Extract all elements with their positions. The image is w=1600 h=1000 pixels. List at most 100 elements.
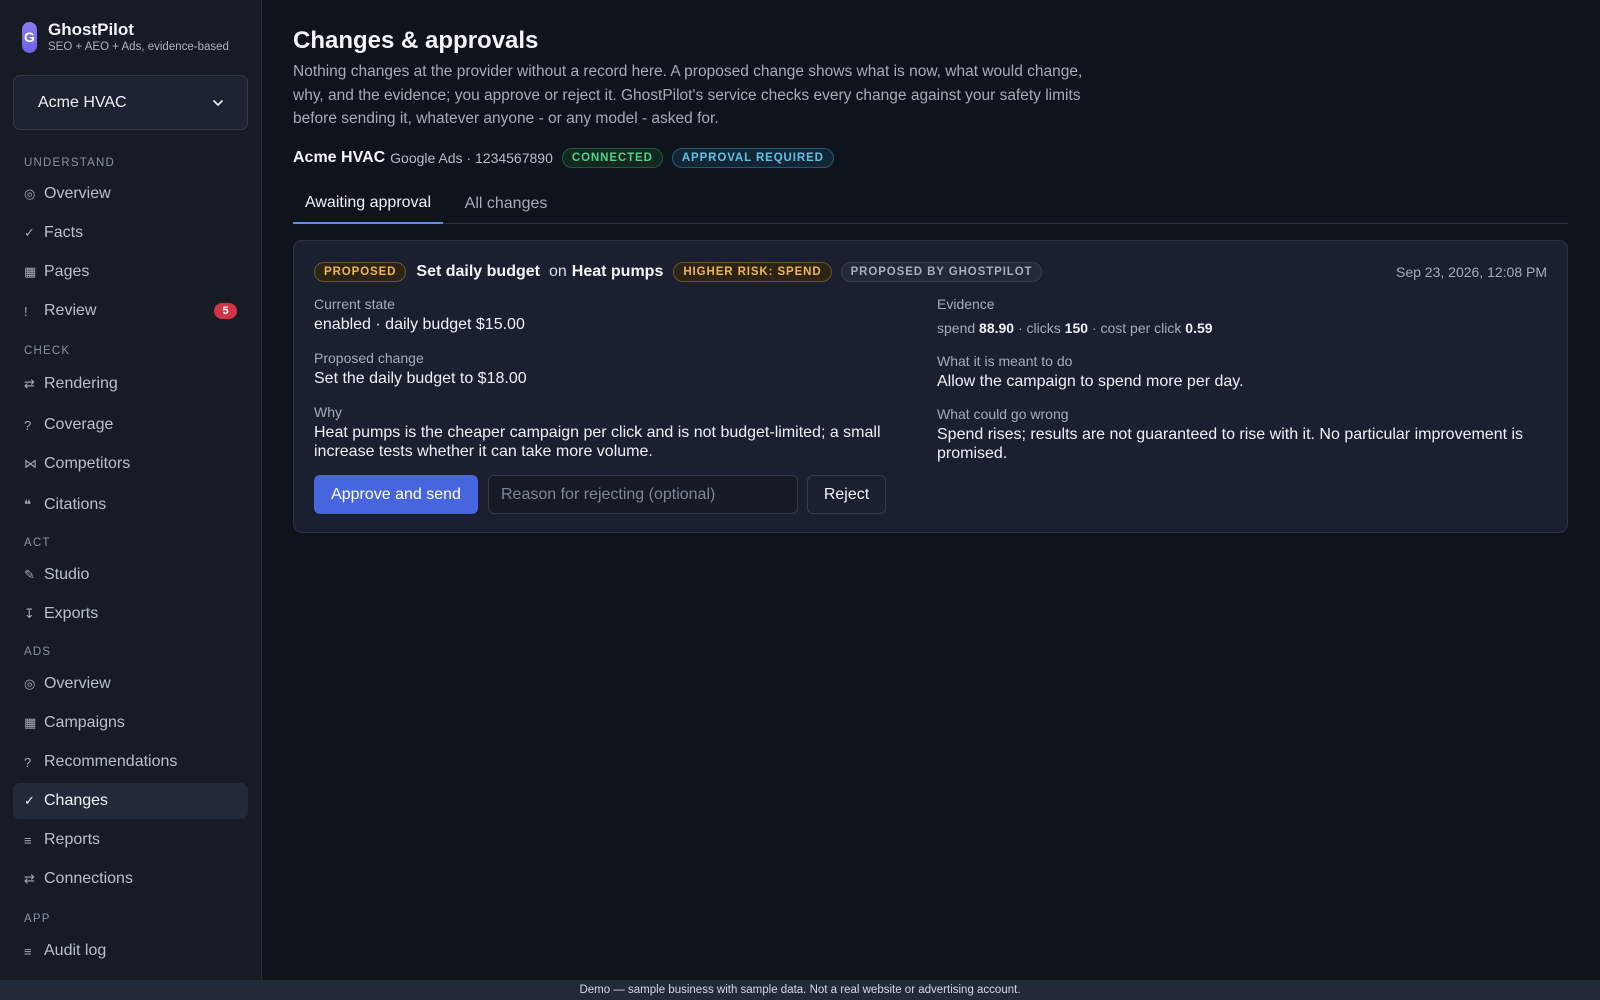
evidence-clicks: 150 bbox=[1064, 320, 1089, 336]
question-icon: ? bbox=[24, 754, 32, 770]
sidebar-item-studio[interactable]: ✎ Studio bbox=[13, 557, 248, 593]
sidebar-item-competitors[interactable]: ⋈ Competitors bbox=[13, 446, 248, 482]
sidebar-item-label: Connections bbox=[44, 870, 133, 887]
sidebar-item-review[interactable]: ! Review 5 bbox=[13, 293, 248, 329]
sidebar-item-label: Competitors bbox=[44, 455, 131, 472]
evidence-spend: 88.90 bbox=[979, 320, 1015, 336]
change-title: Set daily budget bbox=[416, 263, 540, 280]
lines-icon: ≡ bbox=[24, 832, 32, 848]
reject-button[interactable]: Reject bbox=[807, 475, 886, 514]
export-icon: ↧ bbox=[24, 606, 35, 621]
swap-icon: ⇄ bbox=[24, 376, 35, 391]
change-target: Heat pumps bbox=[571, 263, 664, 280]
sidebar-item-label: Overview bbox=[44, 185, 111, 202]
risk-value: Spend rises; results are not guaranteed … bbox=[937, 426, 1524, 462]
lines-icon: ≡ bbox=[24, 943, 32, 959]
change-date: Sep 23, 2026, 12:08 PM bbox=[1396, 264, 1547, 280]
approve-and-send-button[interactable]: Approve and send bbox=[314, 475, 478, 514]
page-title: Changes & approvals bbox=[293, 27, 539, 54]
sidebar-item-pages[interactable]: ▦ Pages bbox=[13, 254, 248, 290]
change-card-header: PROPOSED Set daily budget on Heat pumps … bbox=[314, 261, 1547, 283]
intent-label: What it is meant to do bbox=[937, 353, 1073, 369]
brand-name: GhostPilot bbox=[48, 20, 134, 39]
section-check: CHECK bbox=[24, 345, 71, 357]
sidebar-item-label: Changes bbox=[44, 792, 109, 809]
account-name: Acme HVAC bbox=[293, 149, 386, 166]
sidebar: G GhostPilot SEO + AEO + Ads, evidence-b… bbox=[0, 0, 262, 980]
change-on-word: on bbox=[548, 263, 567, 280]
page-description: Nothing changes at the provider without … bbox=[293, 63, 1083, 127]
sidebar-item-connections[interactable]: ⇄ Connections bbox=[13, 861, 248, 897]
square-icon: ▦ bbox=[24, 715, 37, 730]
chevron-down-icon bbox=[213, 99, 223, 106]
section-act: ACT bbox=[24, 537, 51, 549]
review-count-badge: 5 bbox=[214, 303, 237, 319]
tabs: Awaiting approval All changes bbox=[293, 184, 1568, 224]
sidebar-item-label: Recommendations bbox=[44, 753, 178, 770]
sidebar-item-label: Coverage bbox=[44, 416, 114, 433]
sidebar-item-rendering[interactable]: ⇄ Rendering bbox=[13, 366, 248, 402]
bowtie-icon: ⋈ bbox=[24, 456, 37, 471]
swap-icon: ⇄ bbox=[24, 871, 35, 886]
risk-badge: HIGHER RISK: SPEND bbox=[673, 262, 832, 282]
proposed-badge: PROPOSED bbox=[314, 262, 407, 282]
intent-value: Allow the campaign to spend more per day… bbox=[937, 373, 1244, 390]
sidebar-item-coverage[interactable]: ? Coverage bbox=[13, 407, 248, 443]
section-ads: ADS bbox=[24, 646, 52, 658]
account-select[interactable]: Acme HVAC bbox=[13, 75, 248, 130]
sidebar-item-reports[interactable]: ≡ Reports bbox=[13, 822, 248, 858]
tab-all-changes[interactable]: All changes bbox=[443, 184, 569, 224]
sidebar-item-label: Audit log bbox=[44, 942, 107, 959]
square-icon: ▦ bbox=[24, 264, 37, 279]
why-label: Why bbox=[314, 404, 342, 420]
sidebar-item-citations[interactable]: ❝ Citations bbox=[13, 487, 248, 523]
tab-awaiting-approval[interactable]: Awaiting approval bbox=[293, 184, 443, 224]
approval-required-badge: APPROVAL REQUIRED bbox=[671, 148, 834, 168]
sidebar-item-recommendations[interactable]: ? Recommendations bbox=[13, 744, 248, 780]
sidebar-item-label: Rendering bbox=[44, 375, 118, 392]
risk-label: What could go wrong bbox=[937, 406, 1069, 422]
sidebar-item-label: Review bbox=[44, 302, 97, 319]
exclamation-icon: ! bbox=[24, 303, 28, 319]
why-value: Heat pumps is the cheaper campaign per c… bbox=[314, 424, 881, 460]
sidebar-item-overview[interactable]: ◎ Overview bbox=[13, 176, 248, 212]
section-app: APP bbox=[24, 913, 51, 925]
reject-reason-input[interactable] bbox=[488, 475, 798, 514]
check-icon: ✓ bbox=[24, 793, 35, 808]
connected-badge: CONNECTED bbox=[561, 148, 663, 168]
sidebar-item-label: Facts bbox=[44, 224, 84, 241]
sidebar-item-facts[interactable]: ✓ Facts bbox=[13, 215, 248, 251]
question-icon: ? bbox=[24, 417, 32, 433]
sidebar-item-campaigns[interactable]: ▦ Campaigns bbox=[13, 705, 248, 741]
sidebar-item-changes[interactable]: ✓ Changes bbox=[13, 783, 248, 819]
pencil-icon: ✎ bbox=[24, 567, 35, 582]
evidence-label: Evidence bbox=[937, 296, 995, 312]
sidebar-item-label: Campaigns bbox=[44, 714, 125, 731]
sidebar-item-label: Reports bbox=[44, 831, 101, 848]
evidence-values: spend 88.90 · clicks 150 · cost per clic… bbox=[937, 320, 1213, 336]
sidebar-item-exports[interactable]: ↧ Exports bbox=[13, 596, 248, 632]
sidebar-item-label: Exports bbox=[44, 605, 99, 622]
quote-icon: ❝ bbox=[24, 497, 31, 512]
section-understand: UNDERSTAND bbox=[24, 157, 116, 169]
circle-icon: ◎ bbox=[24, 186, 36, 201]
sidebar-item-label: Studio bbox=[44, 566, 90, 583]
account-meta: Google Ads · 1234567890 bbox=[390, 150, 553, 166]
ghostpilot-logo-icon: G bbox=[22, 21, 37, 53]
sidebar-item-label: Pages bbox=[44, 263, 90, 280]
account-line: Acme HVAC Google Ads · 1234567890 CONNEC… bbox=[293, 148, 834, 168]
brand-tagline: SEO + AEO + Ads, evidence-based bbox=[48, 41, 229, 53]
demo-footer: Demo — sample business with sample data.… bbox=[0, 980, 1600, 1000]
proposed-change-value: Set the daily budget to $18.00 bbox=[314, 370, 527, 387]
change-card: PROPOSED Set daily budget on Heat pumps … bbox=[293, 240, 1568, 533]
proposed-change-label: Proposed change bbox=[314, 350, 424, 366]
check-icon: ✓ bbox=[24, 225, 35, 240]
account-select-value: Acme HVAC bbox=[38, 93, 127, 111]
sidebar-item-label: Overview bbox=[44, 675, 111, 692]
sidebar-item-ads-overview[interactable]: ◎ Overview bbox=[13, 666, 248, 702]
circle-icon: ◎ bbox=[24, 676, 36, 691]
current-state-value: enabled · daily budget $15.00 bbox=[314, 316, 525, 333]
current-state-label: Current state bbox=[314, 296, 395, 312]
evidence-cpc: 0.59 bbox=[1185, 320, 1213, 336]
sidebar-item-audit-log[interactable]: ≡ Audit log bbox=[13, 933, 248, 969]
